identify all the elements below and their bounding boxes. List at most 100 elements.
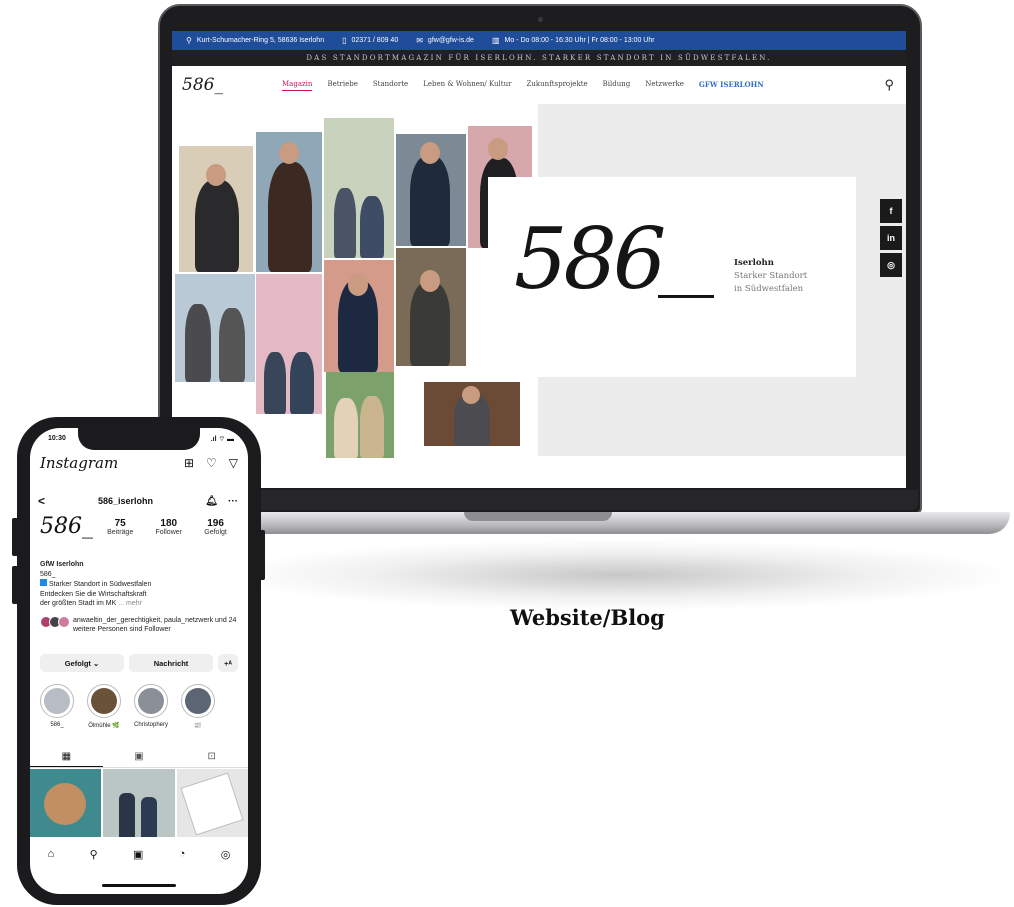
search-icon[interactable]: ⚲ — [90, 848, 98, 861]
profile-header: < 586_iserlohn 🔔︎ ··· — [38, 494, 238, 508]
stat-followers[interactable]: 180 Follower — [156, 518, 182, 536]
shop-icon[interactable]: ◔ — [179, 848, 186, 861]
laptop-camera — [538, 17, 543, 22]
nav-item-standorte[interactable]: Standorte — [373, 80, 408, 91]
post-grid — [30, 769, 248, 837]
laptop-shadow — [230, 540, 1010, 610]
profile-actions: Gefolgt ⌄ Nachricht +ᴬ — [40, 654, 238, 672]
nav-item-gfw-iserlohn[interactable]: GFW ISERLOHN — [699, 80, 764, 91]
caption: Website/Blog — [510, 605, 665, 630]
collage-photo — [424, 382, 520, 446]
instagram-icon[interactable]: ◎ — [880, 253, 902, 277]
story-highlight[interactable]: 586_ — [38, 684, 76, 729]
mail-icon: ✉ — [416, 36, 423, 45]
status-time: 10:30 — [48, 435, 66, 442]
reels-icon[interactable]: ▣ — [103, 746, 176, 767]
website-topbar: ⚲ Kurt-Schumacher-Ring 5, 58636 Iserlohn … — [172, 31, 906, 50]
profile-icon[interactable]: ◎ — [221, 848, 231, 861]
bio-handle: 586_ — [40, 570, 56, 578]
collage-photo — [324, 260, 394, 372]
topbar-address[interactable]: ⚲ Kurt-Schumacher-Ring 5, 58636 Iserlohn — [186, 36, 324, 45]
hero-logo: 586 — [514, 210, 666, 308]
followed-by[interactable]: anwaeltin_der_gerechtigkeit, paula_netzw… — [40, 616, 240, 634]
followed-by-text: anwaeltin_der_gerechtigkeit, paula_netzw… — [73, 617, 237, 633]
home-indicator — [102, 884, 176, 887]
nav-item-zukunftsprojekte[interactable]: Zukunftsprojekte — [526, 80, 587, 91]
bio-line-2: Entdecken Sie die Wirtschaftskraft — [40, 590, 147, 598]
bell-icon[interactable]: 🔔︎ — [205, 496, 218, 507]
hero: 586 Iserlohn Starker Standort in Südwest… — [172, 104, 906, 488]
hero-line-1: Starker Standort — [734, 271, 808, 281]
tagged-icon[interactable]: ⊡ — [175, 746, 248, 767]
nav-item-betriebe[interactable]: Betriebe — [327, 80, 357, 91]
topbar-hours: ▥ Mo - Do 08:00 - 16:30 Uhr | Fr 08:00 - … — [491, 36, 655, 45]
collage-photo — [326, 372, 394, 458]
laptop-notch — [464, 512, 612, 521]
building-icon: ▥ — [491, 36, 500, 45]
hero-line-2: in Südwestfalen — [734, 284, 804, 294]
bio-more-link[interactable]: ... mehr — [118, 600, 142, 607]
nav-item-magazin[interactable]: Magazin — [282, 80, 313, 91]
bio-line-1: Starker Standort in Südwestfalen — [49, 581, 152, 588]
bottom-nav: ⌂ ⚲ ▣ ◔ ◎ — [30, 848, 248, 861]
topbar-phone[interactable]: ▯ 02371 / 809 40 — [342, 36, 398, 45]
collage-photo — [396, 134, 466, 246]
nav-item-netzwerke[interactable]: Netzwerke — [645, 80, 684, 91]
bio-line-3: der größten Stadt im MK — [40, 600, 117, 607]
reels-icon[interactable]: ▣ — [133, 848, 143, 861]
hero-city: Iserlohn — [734, 258, 774, 268]
website-nav: 586_ Magazin Betriebe Standorte Leben & … — [172, 66, 906, 104]
home-icon[interactable]: ⌂ — [48, 848, 55, 861]
nav-item-leben-wohnen-kultur[interactable]: Leben & Wohnen/ Kultur — [423, 80, 511, 91]
story-highlight[interactable]: 📰 — [179, 684, 217, 729]
story-highlight[interactable]: Ölmühle 🌿 — [85, 684, 123, 729]
following-button[interactable]: Gefolgt ⌄ — [40, 654, 124, 672]
post-thumbnail[interactable] — [103, 769, 175, 837]
post-thumbnail[interactable] — [176, 769, 248, 837]
grid-icon[interactable]: ▦ — [30, 746, 103, 767]
site-logo[interactable]: 586_ — [182, 75, 282, 95]
website-screen: ⚲ Kurt-Schumacher-Ring 5, 58636 Iserlohn … — [172, 31, 906, 488]
story-highlights: 586_ Ölmühle 🌿 Christophery 📰 — [38, 684, 240, 729]
stat-posts[interactable]: 75 Beiträge — [107, 518, 133, 536]
send-icon[interactable]: ▽ — [229, 456, 238, 470]
main-menu: Magazin Betriebe Standorte Leben & Wohne… — [282, 80, 764, 91]
signal-battery-icon: .ıl ⌔ ▬ — [210, 436, 234, 443]
blue-square-icon — [40, 579, 47, 586]
instagram-screen: 10:30 .ıl ⌔ ▬ Instagram ⊞ ♡ ▽ < 586_iser… — [30, 428, 248, 894]
hero-logo-underscore — [658, 295, 714, 298]
linkedin-icon[interactable]: in — [880, 226, 902, 250]
stage: ⚲ Kurt-Schumacher-Ring 5, 58636 Iserlohn … — [0, 0, 1014, 907]
message-button[interactable]: Nachricht — [129, 654, 213, 672]
website-tagline: DAS STANDORTMAGAZIN FÜR ISERLOHN. STARKE… — [172, 50, 906, 66]
collage-photo — [256, 132, 322, 272]
heart-icon[interactable]: ♡ — [206, 456, 217, 470]
instagram-header: Instagram ⊞ ♡ ▽ — [40, 454, 238, 472]
avatar[interactable]: 586_ — [40, 514, 96, 539]
stat-following[interactable]: 196 Gefolgt — [204, 518, 227, 536]
nav-item-bildung[interactable]: Bildung — [603, 80, 631, 91]
status-bar: 10:30 .ıl ⌔ ▬ — [48, 435, 234, 444]
profile-tabs: ▦ ▣ ⊡ — [30, 746, 248, 768]
collage-photo — [256, 274, 322, 414]
location-pin-icon: ⚲ — [186, 36, 192, 45]
add-post-icon[interactable]: ⊞ — [184, 456, 194, 470]
hero-logo-card: 586 Iserlohn Starker Standort in Südwest… — [488, 177, 856, 377]
back-icon[interactable]: < — [38, 494, 98, 508]
add-friend-button[interactable]: +ᴬ — [218, 654, 238, 672]
instagram-logo[interactable]: Instagram — [40, 454, 184, 472]
bio-name: GfW Iserlohn — [40, 561, 84, 568]
collage-photo — [396, 248, 466, 366]
topbar-email[interactable]: ✉ gfw@gfw-is.de — [416, 36, 474, 45]
collage-photo — [175, 274, 255, 382]
profile-summary: 586_ 75 Beiträge 180 Follower 196 Gefolgt — [40, 514, 238, 539]
collage-photo — [324, 118, 394, 258]
facebook-icon[interactable]: f — [880, 199, 902, 223]
search-icon[interactable]: ⚲ — [884, 77, 894, 93]
profile-username: 586_iserlohn — [98, 496, 154, 506]
post-thumbnail[interactable] — [30, 769, 102, 837]
phone-icon: ▯ — [342, 36, 347, 45]
more-icon[interactable]: ··· — [228, 496, 238, 507]
story-highlight[interactable]: Christophery — [132, 684, 170, 729]
hero-text: Iserlohn Starker Standort in Südwestfale… — [734, 257, 807, 296]
